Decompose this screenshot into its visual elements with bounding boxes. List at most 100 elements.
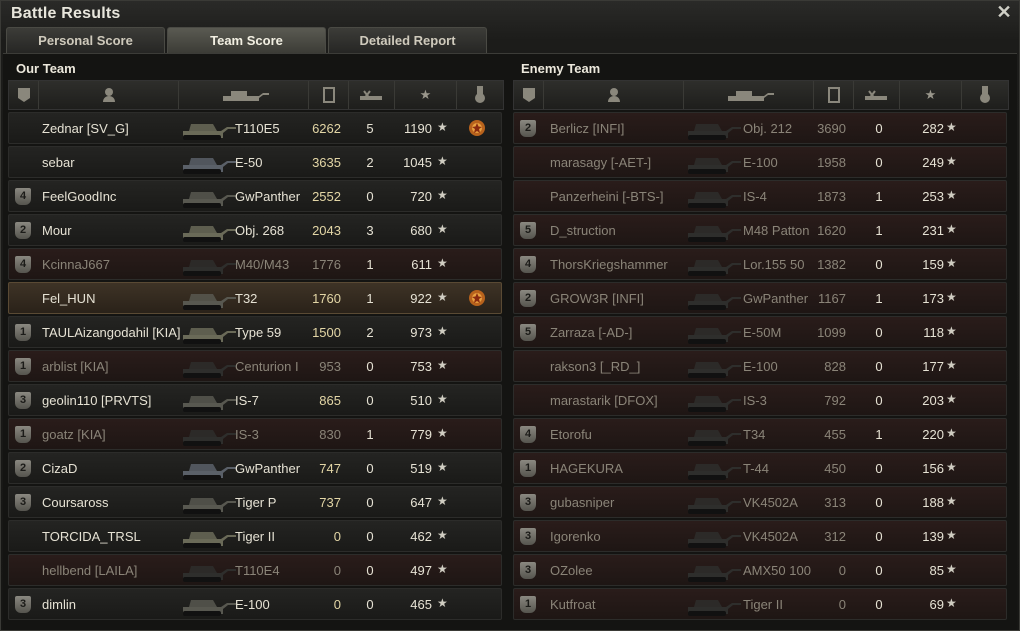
- damage-value: 865: [319, 393, 341, 408]
- team-row[interactable]: 2 Berlicz [INFI] Obj. 212 3690 0 282 ★: [513, 112, 1007, 144]
- close-icon[interactable]: ✕: [995, 3, 1013, 21]
- team-row[interactable]: 1 goatz [KIA] IS-3 830 1 779 ★: [8, 418, 502, 450]
- team-row[interactable]: 1 HAGEKURA T-44 450 0 156 ★: [513, 452, 1007, 484]
- sort-tank-icon[interactable]: [179, 81, 309, 109]
- team-row[interactable]: marastarik [DFOX] IS-3 792 0 203 ★: [513, 384, 1007, 416]
- vehicle-name: IS-4: [743, 189, 767, 204]
- sort-tank-icon[interactable]: [684, 81, 814, 109]
- vehicle-name: VK4502A: [743, 495, 798, 510]
- vehicle-name: Obj. 268: [235, 223, 285, 238]
- kills-value: 0: [366, 563, 374, 578]
- team-row[interactable]: TORCIDA_TRSL Tiger II 0 0 462 ★: [8, 520, 502, 552]
- damage-value: 1873: [817, 189, 846, 204]
- team-row[interactable]: rakson3 [_RD_] E-100 828 0 177 ★: [513, 350, 1007, 382]
- kills-value: 0: [366, 529, 374, 544]
- xp-value: 497: [410, 563, 432, 578]
- tank-icon: [183, 532, 236, 548]
- team-row[interactable]: Panzerheini [-BTS-] IS-4 1873 1 253 ★: [513, 180, 1007, 212]
- vehicle-name: T110E4: [235, 563, 280, 578]
- sort-xp-icon[interactable]: ★: [395, 81, 457, 109]
- damage-value: 0: [333, 563, 341, 578]
- team-row[interactable]: 3 geolin110 [PRVTS] IS-7 865 0 510 ★: [8, 384, 502, 416]
- tank-icon: [688, 260, 741, 276]
- tab-team-score[interactable]: Team Score: [167, 27, 326, 53]
- player-name: FeelGoodInc: [42, 189, 117, 204]
- team-row[interactable]: 3 Igorenko VK4502A 312 0 139 ★: [513, 520, 1007, 552]
- team-row[interactable]: Fel_HUN T32 1760 1 922 ★: [8, 282, 502, 314]
- sort-kills-icon[interactable]: [854, 81, 900, 109]
- team-row[interactable]: hellbend [LAILA] T110E4 0 0 497 ★: [8, 554, 502, 586]
- xp-value: 753: [410, 359, 432, 374]
- player-name: gubasniper: [550, 495, 615, 510]
- class-badge-icon: 1: [15, 324, 31, 341]
- tab-personal-score[interactable]: Personal Score: [6, 27, 165, 53]
- xp-star-icon: ★: [946, 222, 957, 236]
- player-name: CizaD: [42, 461, 78, 476]
- team-row[interactable]: 3 dimlin E-100 0 0 465 ★: [8, 588, 502, 620]
- xp-value: 249: [922, 155, 944, 170]
- damage-value: 2043: [312, 223, 341, 238]
- tank-icon: [183, 600, 236, 616]
- damage-value: 0: [838, 563, 846, 578]
- sort-player-icon[interactable]: [544, 81, 684, 109]
- team-row[interactable]: marasagy [-AET-] E-100 1958 0 249 ★: [513, 146, 1007, 178]
- sort-medal-icon[interactable]: [962, 81, 1008, 109]
- kills-value: 0: [366, 393, 374, 408]
- sort-kills-icon[interactable]: [349, 81, 395, 109]
- team-row[interactable]: 2 CizaD GwPanther 747 0 519 ★: [8, 452, 502, 484]
- team-row[interactable]: 2 Mour Obj. 268 2043 3 680 ★: [8, 214, 502, 246]
- player-name: Panzerheini [-BTS-]: [550, 189, 664, 204]
- team-row[interactable]: 3 Coursaross Tiger P 737 0 647 ★: [8, 486, 502, 518]
- team-row[interactable]: 1 TAULAizangodahil [KIA] Type 59 1500 2 973 ★: [8, 316, 502, 348]
- damage-value: 0: [333, 597, 341, 612]
- sort-player-icon[interactable]: [39, 81, 179, 109]
- team-row[interactable]: 4 ThorsKriegshammer Lor.155 50 1382 0 159 ★: [513, 248, 1007, 280]
- team-row[interactable]: 5 Zarraza [-AD-] E-50M 1099 0 118 ★: [513, 316, 1007, 348]
- sort-damage-icon[interactable]: [309, 81, 349, 109]
- team-row[interactable]: 5 D_struction M48 Patton 1620 1 231 ★: [513, 214, 1007, 246]
- our-team-column-header: ★: [8, 80, 504, 110]
- team-row[interactable]: sebar E-50 3635 2 1045 ★: [8, 146, 502, 178]
- tank-icon: [183, 260, 236, 276]
- team-row[interactable]: 2 GROW3R [INFI] GwPanther 1167 1 173 ★: [513, 282, 1007, 314]
- class-badge-icon: 2: [520, 290, 536, 307]
- xp-star-icon: ★: [437, 562, 448, 576]
- team-row[interactable]: 4 KcinnaJ667 M40/M43 1776 1 611 ★: [8, 248, 502, 280]
- xp-value: 203: [922, 393, 944, 408]
- damage-value: 455: [824, 427, 846, 442]
- xp-star-icon: ★: [437, 188, 448, 202]
- sort-medal-icon[interactable]: [457, 81, 503, 109]
- tank-icon: [688, 328, 741, 344]
- vehicle-name: E-100: [743, 155, 778, 170]
- tab-detailed-report[interactable]: Detailed Report: [328, 27, 487, 53]
- sort-damage-icon[interactable]: [814, 81, 854, 109]
- team-row[interactable]: 3 gubasniper VK4502A 313 0 188 ★: [513, 486, 1007, 518]
- xp-value: 118: [923, 325, 944, 340]
- team-row[interactable]: 3 OZolee AMX50 100 0 0 85 ★: [513, 554, 1007, 586]
- class-badge-icon: 1: [15, 358, 31, 375]
- damage-value: 3690: [817, 121, 846, 136]
- kills-value: 0: [875, 257, 883, 272]
- damage-value: 6262: [312, 121, 341, 136]
- player-name: D_struction: [550, 223, 616, 238]
- team-row[interactable]: 1 arblist [KIA] Centurion I 953 0 753 ★: [8, 350, 502, 382]
- kills-value: 0: [875, 121, 883, 136]
- sort-xp-icon[interactable]: ★: [900, 81, 962, 109]
- sort-badge-icon[interactable]: [514, 81, 544, 109]
- damage-value: 828: [824, 359, 846, 374]
- team-row[interactable]: Zednar [SV_G] T110E5 6262 5 1190 ★: [8, 112, 502, 144]
- kills-value: 2: [366, 155, 374, 170]
- kills-value: 2: [366, 325, 374, 340]
- xp-value: 156: [922, 461, 944, 476]
- kills-value: 0: [366, 495, 374, 510]
- vehicle-name: GwPanther: [235, 189, 301, 204]
- our-team-panel: Our Team ★ Zednar [SV_G] T110E5 6262 5 1190 ★…: [8, 56, 504, 629]
- team-row[interactable]: 1 Kutfroat Tiger II 0 0 69 ★: [513, 588, 1007, 620]
- team-row[interactable]: 4 Etorofu T34 455 1 220 ★: [513, 418, 1007, 450]
- tank-icon: [688, 566, 741, 582]
- sort-badge-icon[interactable]: [9, 81, 39, 109]
- xp-star-icon: ★: [437, 426, 448, 440]
- team-row[interactable]: 4 FeelGoodInc GwPanther 2552 0 720 ★: [8, 180, 502, 212]
- xp-value: 519: [410, 461, 432, 476]
- damage-value: 1776: [312, 257, 341, 272]
